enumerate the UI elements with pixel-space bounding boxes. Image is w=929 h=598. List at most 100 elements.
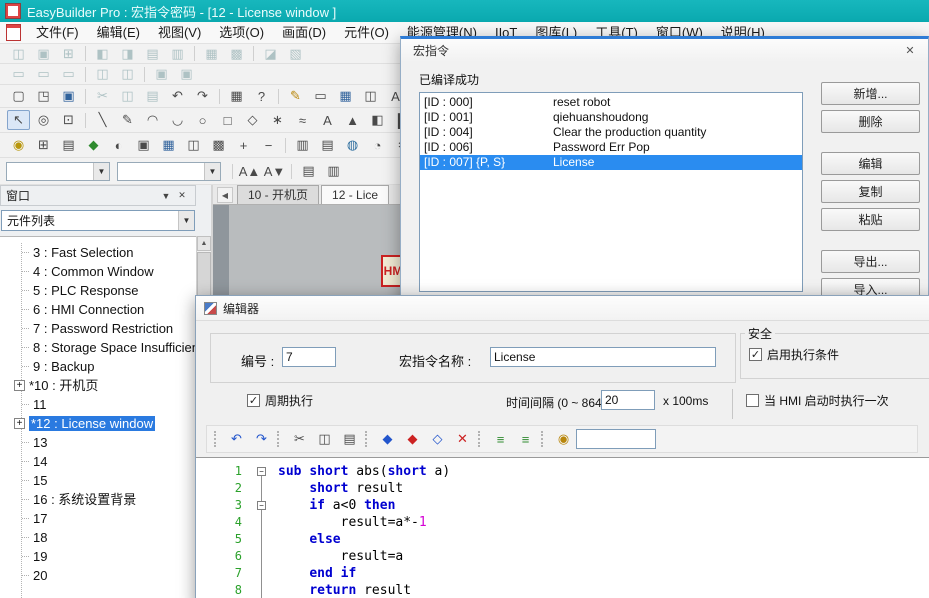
address-view-icon[interactable]: ▥ [291,135,314,155]
tree-item-9[interactable]: +*12 : License window [0,414,196,433]
undo-icon[interactable]: ↶ [166,86,189,106]
redo-icon[interactable]: ↷ [250,429,273,449]
tree-item-15[interactable]: 18 [0,528,196,547]
menu-item-3[interactable]: 选项(O) [210,22,273,43]
macro-dialog-titlebar[interactable]: 宏指令 ✕ [401,39,928,62]
macro-id-input[interactable] [282,347,336,367]
edit-button[interactable]: 编辑 [821,152,920,175]
film-icon[interactable]: ▩ [207,135,230,155]
scale-tool-icon[interactable]: ▲ [341,110,364,130]
star-tool-icon[interactable]: ∗ [266,110,289,130]
paste-button[interactable]: 粘贴 [821,208,920,231]
editor-dialog-titlebar[interactable]: 编辑器 [196,296,929,321]
macro-name-input[interactable] [490,347,716,367]
checkbox-box[interactable] [746,394,759,407]
tree-item-6[interactable]: 9 : Backup [0,357,196,376]
tree-item-17[interactable]: 20 [0,566,196,585]
checkbox-box[interactable]: ✓ [247,394,260,407]
language-combo[interactable]: ▼ [117,162,221,181]
snap-grid-icon[interactable]: ⊞ [32,135,55,155]
increase-font-icon[interactable]: A▲ [238,161,261,181]
open-file-icon[interactable]: ◳ [32,86,55,106]
cut-icon[interactable]: ✂ [288,429,311,449]
code-editor[interactable]: 123456789 −− sub short abs(short a) shor… [196,457,929,598]
new-file-icon[interactable]: ▢ [7,86,30,106]
recipe-icon[interactable]: ▦ [157,135,180,155]
tab-1[interactable]: 12 - Lice [321,185,389,204]
decrease-font-icon[interactable]: A▼ [263,161,286,181]
startup-checkbox[interactable]: 当 HMI 启动时执行一次 [746,392,889,409]
window-preview-icon[interactable]: ◫ [359,86,382,106]
pan-tool-icon[interactable]: ◎ [32,110,55,130]
polygon-tool-icon[interactable]: ◇ [241,110,264,130]
find-keyword-icon[interactable]: ◉ [552,429,575,449]
tree-item-8[interactable]: 11 [0,395,196,414]
help-icon[interactable]: ? [250,86,273,106]
online-icon[interactable]: ◍ [341,135,364,155]
menu-item-0[interactable]: 文件(F) [27,22,88,43]
grid-icon[interactable]: ▦ [334,86,357,106]
tree-expand-icon[interactable]: + [14,418,25,429]
arc-tool-icon[interactable]: ◠ [141,110,164,130]
print-icon[interactable]: ▦ [225,86,248,106]
text-tool-icon[interactable]: A [316,110,339,130]
tree-item-0[interactable]: 3 : Fast Selection [0,243,196,262]
menu-item-5[interactable]: 元件(O) [335,22,398,43]
tree-item-11[interactable]: 14 [0,452,196,471]
add-breakpoint-icon[interactable]: ◆ [401,429,424,449]
save-icon[interactable]: ▣ [57,86,80,106]
macro-search-input[interactable] [576,429,656,449]
tree-item-7[interactable]: +*10 : 开机页 [0,376,196,395]
simulate-icon[interactable]: ◐ [107,135,130,155]
chevron-down-icon[interactable]: ▼ [93,163,109,180]
delete-button[interactable]: 删除 [821,110,920,133]
tree-item-3[interactable]: 6 : HMI Connection [0,300,196,319]
checkbox-box[interactable]: ✓ [749,348,762,361]
copy-button[interactable]: 复制 [821,180,920,203]
menu-item-4[interactable]: 画面(D) [273,22,335,43]
tree-item-16[interactable]: 19 [0,547,196,566]
bulb-icon[interactable]: ◉ [7,135,30,155]
pen-style-icon[interactable]: ✎ [284,86,307,106]
pick-tool-icon[interactable]: ⊡ [57,110,80,130]
zoom-in-icon[interactable]: + [232,135,255,155]
macro-list-item-2[interactable]: [ID : 004]Clear the production quantity [420,125,802,140]
menu-item-2[interactable]: 视图(V) [149,22,210,43]
pattern-tool-icon[interactable]: ◧ [366,110,389,130]
tree-item-2[interactable]: 5 : PLC Response [0,281,196,300]
tree-item-1[interactable]: 4 : Common Window [0,262,196,281]
step-run-icon[interactable]: ◇ [426,429,449,449]
library-icon[interactable]: ◆ [82,135,105,155]
compile-icon[interactable]: ◆ [376,429,399,449]
indent-icon[interactable]: ≡ [489,429,512,449]
chevron-down-icon[interactable]: ▼ [178,211,194,230]
ellipse-tool-icon[interactable]: ○ [191,110,214,130]
menu-item-1[interactable]: 编辑(E) [88,22,149,43]
window-list-icon[interactable]: ◫ [182,135,205,155]
rectangle-tool-icon[interactable]: □ [216,110,239,130]
tree-item-5[interactable]: 8 : Storage Space Insufficient [0,338,196,357]
macro-list[interactable]: [ID : 000]reset robot[ID : 001]qiehuansh… [419,92,803,292]
capture-icon[interactable]: ▣ [132,135,155,155]
export-button[interactable]: 导出... [821,250,920,273]
line-tool-icon[interactable]: ╲ [91,110,114,130]
panel-menu-icon[interactable]: ▼ [158,191,174,201]
undo-icon[interactable]: ↶ [225,429,248,449]
close-icon[interactable]: ✕ [898,42,922,59]
ruler-icon[interactable]: ▭ [309,86,332,106]
outdent-icon[interactable]: ≡ [514,429,537,449]
tab-prev-icon[interactable]: ◀ [217,187,233,203]
panel-close-icon[interactable]: ✕ [174,190,190,201]
paste-icon[interactable]: ▤ [338,429,361,449]
distribute-icon[interactable]: ▥ [322,161,345,181]
component-list-combo[interactable]: 元件列表 ▼ [1,210,195,231]
new-button[interactable]: 新增... [821,82,920,105]
freehand-tool-icon[interactable]: ≈ [291,110,314,130]
schedule-icon[interactable]: ◔ [366,135,389,155]
tree-expand-icon[interactable]: + [14,380,25,391]
interval-input[interactable] [601,390,655,410]
redo-icon[interactable]: ↷ [191,86,214,106]
scroll-thumb[interactable] [197,252,211,300]
tree-item-13[interactable]: 16 : 系统设置背景 [0,490,196,509]
tree-item-14[interactable]: 17 [0,509,196,528]
